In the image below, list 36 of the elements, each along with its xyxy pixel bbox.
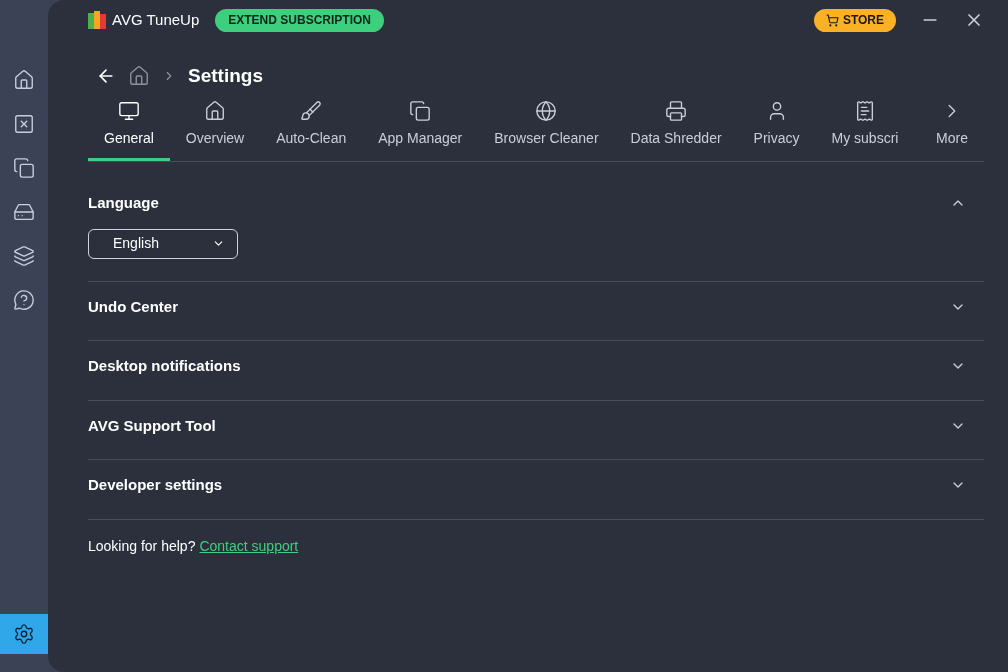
globe-icon xyxy=(535,100,558,122)
monitor-icon xyxy=(117,100,140,122)
contact-support-link[interactable]: Contact support xyxy=(199,535,299,557)
extend-subscription-button[interactable]: EXTEND SUBSCRIPTION xyxy=(215,8,384,32)
windows-icon xyxy=(409,100,432,122)
tab[interactable]: Privacy xyxy=(737,100,816,161)
tab[interactable]: Browser Cleaner xyxy=(478,100,615,161)
tab[interactable]: General xyxy=(88,100,170,161)
brush-icon xyxy=(300,100,323,122)
stack-icon xyxy=(13,245,35,267)
home-icon[interactable] xyxy=(128,65,150,87)
tab[interactable]: My subscri xyxy=(815,100,915,161)
help-icon xyxy=(13,289,35,311)
home-icon xyxy=(13,69,35,91)
windows-icon xyxy=(13,157,35,179)
section-title[interactable]: Desktop notifications xyxy=(88,355,241,378)
app-title: AVG TuneUp xyxy=(112,9,200,30)
tab[interactable]: Auto-Clean xyxy=(260,100,363,161)
store-button[interactable]: STORE xyxy=(813,8,896,32)
language-dropdown[interactable]: English xyxy=(88,228,238,259)
section-title[interactable]: AVG Support Tool xyxy=(88,414,216,437)
section-title[interactable]: Undo Center xyxy=(88,295,178,318)
cart-icon xyxy=(825,13,839,27)
sidebar-item[interactable] xyxy=(0,614,48,654)
page-title: Settings xyxy=(188,63,263,88)
settings-icon xyxy=(13,623,35,645)
logo-icon xyxy=(88,11,106,29)
help-text: Looking for help? xyxy=(88,536,196,556)
section-title[interactable]: Developer settings xyxy=(88,474,223,497)
tab[interactable]: Overview xyxy=(169,100,261,161)
home-icon xyxy=(204,100,226,122)
tab[interactable]: App Manager xyxy=(362,100,479,161)
tab[interactable]: Data Shredder xyxy=(614,100,738,161)
section-title[interactable]: Language xyxy=(88,192,159,215)
drive-icon xyxy=(13,201,35,223)
tab[interactable]: More xyxy=(920,100,984,161)
